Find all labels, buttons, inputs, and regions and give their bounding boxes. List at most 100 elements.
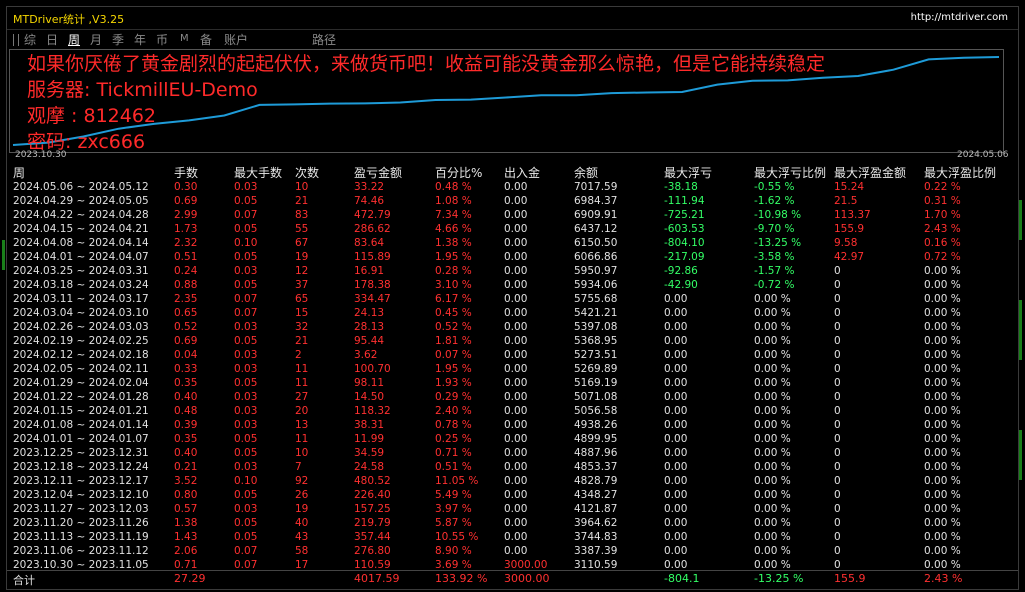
row-profit: 38.31 [354,419,385,431]
table-row[interactable]: 2024.02.12 ~ 2024.02.18 0.04 0.03 2 3.62 0.07… [7,349,1018,363]
table-row[interactable]: 2024.01.15 ~ 2024.01.21 0.48 0.03 20 118.32 2… [7,405,1018,419]
tab-account[interactable]: 账户 [224,31,248,48]
row-max-lots: 0.05 [234,251,258,263]
table-row[interactable]: 2023.12.25 ~ 2023.12.31 0.40 0.05 10 34.59 0.… [7,447,1018,461]
row-max-lots: 0.03 [234,503,258,515]
row-balance: 4828.79 [574,475,618,487]
row-percent: 2.40 % [435,405,472,417]
row-profit: 480.52 [354,475,391,487]
row-percent: 1.08 % [435,195,472,207]
table-row[interactable]: 2023.12.11 ~ 2023.12.17 3.52 0.10 92 480.52 1… [7,475,1018,489]
table-row[interactable]: 2024.05.06 ~ 2024.05.12 0.30 0.03 10 33.22 0.… [7,181,1018,195]
row-balance: 5368.95 [574,335,618,347]
table-row[interactable]: 2024.03.04 ~ 2024.03.10 0.65 0.07 15 24.13 0.… [7,307,1018,321]
row-deposit: 0.00 [504,447,528,459]
row-max-drawdown: -603.53 [664,223,705,235]
row-max-lots: 0.07 [234,545,258,557]
row-max-drawdown: -111.94 [664,195,705,207]
tab-year[interactable]: 年 [134,31,146,48]
tab-magic[interactable]: M [180,33,189,44]
row-max-float-profit-pct: 0.00 % [924,517,961,529]
row-week: 2024.03.18 ~ 2024.03.24 [13,279,149,291]
row-week: 2024.04.15 ~ 2024.04.21 [13,223,149,235]
row-max-drawdown-pct: 0.00 % [754,391,791,403]
row-profit: 286.62 [354,223,391,235]
row-max-float-profit-pct: 0.00 % [924,461,961,473]
row-max-drawdown: 0.00 [664,433,688,445]
table-row[interactable]: 2024.01.01 ~ 2024.01.07 0.35 0.05 11 11.99 0.… [7,433,1018,447]
row-percent: 1.95 % [435,363,472,375]
table-row[interactable]: 2024.04.08 ~ 2024.04.14 2.32 0.10 67 83.64 1.… [7,237,1018,251]
row-percent: 0.28 % [435,265,472,277]
row-deposit: 0.00 [504,489,528,501]
table-row[interactable]: 2024.01.08 ~ 2024.01.14 0.39 0.03 13 38.31 0.… [7,419,1018,433]
col-header-deposit[interactable]: 出入金 [504,164,540,181]
table-row[interactable]: 2024.04.01 ~ 2024.04.07 0.51 0.05 19 115.89 1… [7,251,1018,265]
table-row[interactable]: 2024.02.05 ~ 2024.02.11 0.33 0.03 11 100.70 1… [7,363,1018,377]
table-row[interactable]: 2023.11.27 ~ 2023.12.03 0.57 0.03 19 157.25 3… [7,503,1018,517]
title-bar[interactable]: MTDriver统计 ,V3.25 http://mtdriver.com [7,7,1018,30]
table-row[interactable]: 2023.12.18 ~ 2023.12.24 0.21 0.03 7 24.58 0.5… [7,461,1018,475]
table-row[interactable]: 2023.11.06 ~ 2023.11.12 2.06 0.07 58 276.80 8… [7,545,1018,559]
row-week: 2024.04.08 ~ 2024.04.14 [13,237,149,249]
table-row[interactable]: 2023.11.13 ~ 2023.11.19 1.43 0.05 43 357.44 1… [7,531,1018,545]
col-header-week[interactable]: 周 [13,164,25,181]
col-header-max-lots[interactable]: 最大手数 [234,164,282,181]
table-row[interactable]: 2023.11.20 ~ 2023.11.26 1.38 0.05 40 219.79 5… [7,517,1018,531]
table-row[interactable]: 2023.12.04 ~ 2023.12.10 0.80 0.05 26 226.40 5… [7,489,1018,503]
row-deposit: 0.00 [504,209,528,221]
table-row[interactable]: 2024.03.11 ~ 2024.03.17 2.35 0.07 65 334.47 6… [7,293,1018,307]
row-max-drawdown-pct: -1.57 % [754,265,795,277]
total-max-float-profit-pct: 2.43 % [924,572,963,585]
col-header-percent[interactable]: 百分比% [435,164,482,181]
table-row[interactable]: 2024.02.26 ~ 2024.03.03 0.52 0.03 32 28.13 0.… [7,321,1018,335]
row-lots: 0.80 [174,489,198,501]
row-week: 2023.11.06 ~ 2023.11.12 [13,545,149,557]
tab-month[interactable]: 月 [90,31,102,48]
row-balance: 6066.86 [574,251,618,263]
row-max-drawdown-pct: -1.62 % [754,195,795,207]
tab-week[interactable]: 周 [68,31,80,48]
table-row[interactable]: 2024.04.22 ~ 2024.04.28 2.99 0.07 83 472.79 7… [7,209,1018,223]
table-row[interactable]: 2024.01.22 ~ 2024.01.28 0.40 0.03 27 14.50 0.… [7,391,1018,405]
row-percent: 3.97 % [435,503,472,515]
col-header-balance[interactable]: 余额 [574,164,598,181]
table-row[interactable]: 2024.04.15 ~ 2024.04.21 1.73 0.05 55 286.62 4… [7,223,1018,237]
row-percent: 8.90 % [435,545,472,557]
col-header-count[interactable]: 次数 [295,164,319,181]
col-header-max-float-profit-pct[interactable]: 最大浮盈比例 [924,164,996,181]
row-count: 13 [295,419,309,431]
row-percent: 0.71 % [435,447,472,459]
col-header-max-float-profit[interactable]: 最大浮盈金额 [834,164,906,181]
table-row[interactable]: 2024.03.25 ~ 2024.03.31 0.24 0.03 12 16.91 0.… [7,265,1018,279]
tab-day[interactable]: 日 [46,31,58,48]
table-row[interactable]: 2024.02.19 ~ 2024.02.25 0.69 0.05 21 95.44 1.… [7,335,1018,349]
row-max-float-profit-pct: 0.00 % [924,531,961,543]
row-profit: 83.64 [354,237,385,249]
row-balance: 6984.37 [574,195,618,207]
tab-quarter[interactable]: 季 [112,31,124,48]
row-profit: 98.11 [354,377,385,389]
row-count: 10 [295,181,309,193]
tab-currency[interactable]: 币 [156,31,168,48]
row-balance: 4887.96 [574,447,618,459]
row-percent: 3.10 % [435,279,472,291]
col-header-lots[interactable]: 手数 [174,164,198,181]
tab-overview[interactable]: 综 [24,31,36,48]
table-row[interactable]: 2024.04.29 ~ 2024.05.05 0.69 0.05 21 74.46 1.… [7,195,1018,209]
col-header-max-drawdown-pct[interactable]: 最大浮亏比例 [754,164,826,181]
row-deposit: 0.00 [504,251,528,263]
col-header-profit[interactable]: 盈亏金额 [354,164,402,181]
table-row[interactable]: 2024.03.18 ~ 2024.03.24 0.88 0.05 37 178.38 3… [7,279,1018,293]
row-profit: 100.70 [354,363,391,375]
col-header-max-drawdown[interactable]: 最大浮亏 [664,164,712,181]
promo-overlay-text: 如果你厌倦了黄金剧烈的起起伏伏，来做货币吧！收益可能没黄金那么惊艳，但是它能持续… [27,51,987,155]
tab-notes[interactable]: 备 [200,31,212,48]
tab-path[interactable]: 路径 [312,31,336,48]
row-count: 20 [295,405,309,417]
total-row: 合计 27.29 4017.59 133.92 % 3000.00 -804.1… [7,570,1018,587]
row-max-float-profit: 0 [834,265,841,277]
row-deposit: 0.00 [504,363,528,375]
table-row[interactable]: 2024.01.29 ~ 2024.02.04 0.35 0.05 11 98.11 1.… [7,377,1018,391]
site-link[interactable]: http://mtdriver.com [911,12,1008,23]
